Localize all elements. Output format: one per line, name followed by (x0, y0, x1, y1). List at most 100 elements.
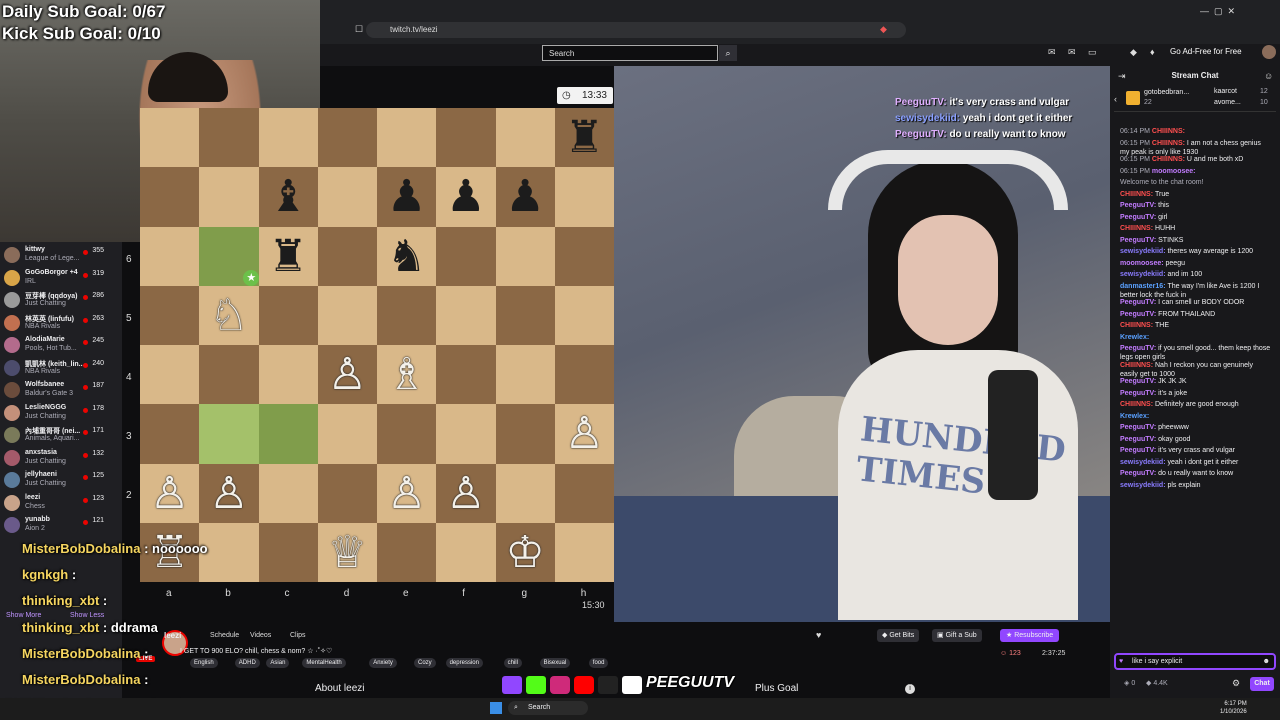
ad-free-button[interactable]: Go Ad-Free for Free (1170, 47, 1242, 56)
chat-username[interactable]: sewisydekiid: (1120, 271, 1167, 278)
stream-tag[interactable]: chill (503, 658, 522, 668)
chess-piece[interactable]: ♙ (555, 404, 614, 463)
show-less-link[interactable]: Show Less (70, 612, 104, 619)
bits-icon[interactable]: ◆ (1130, 47, 1137, 58)
chess-piece[interactable]: ♗ (377, 345, 436, 404)
board-square[interactable] (199, 345, 259, 405)
chat-username[interactable]: CHIIINNS: (1120, 362, 1155, 369)
chat-username[interactable]: PeeguuTV: (1120, 202, 1158, 209)
notifications-icon[interactable]: ▭ (1088, 47, 1097, 58)
board-square[interactable] (436, 285, 496, 345)
chevron-left-icon[interactable]: ‹ (1114, 94, 1117, 104)
taskbar-search[interactable]: ⌕ Search (508, 701, 588, 715)
chess-piece[interactable]: ♕ (318, 523, 377, 582)
board-square[interactable] (495, 285, 555, 345)
chess-piece[interactable]: ♘ (199, 286, 258, 345)
sidebar-channel[interactable]: yunabb Aion 2 121 (4, 514, 120, 536)
inbox-icon[interactable]: ✉ (1068, 47, 1076, 58)
board-square[interactable] (377, 108, 437, 168)
chat-username[interactable]: sewisydekiid: (1120, 459, 1167, 466)
user-avatar[interactable] (1262, 45, 1276, 59)
chat-username[interactable]: PeeguuTV: (1120, 447, 1158, 454)
chat-send-button[interactable]: Chat (1250, 677, 1274, 691)
stream-tag[interactable]: Cozy (414, 658, 436, 668)
board-square[interactable] (140, 404, 200, 464)
sidebar-channel[interactable]: Wolfsbanee Baldur's Gate 3 187 (4, 379, 120, 401)
board-square[interactable] (199, 522, 259, 582)
chess-piece[interactable]: ♟ (436, 167, 495, 226)
chat-username[interactable]: CHIIINNS: (1152, 156, 1187, 163)
board-square[interactable] (495, 404, 555, 464)
sidebar-channel[interactable]: leezi Chess 123 (4, 492, 120, 514)
chess-piece[interactable]: ♜ (259, 227, 318, 286)
chat-username[interactable]: Krewlex: (1120, 334, 1149, 341)
stream-tag[interactable]: Bisexual (539, 658, 571, 668)
board-square[interactable] (554, 285, 614, 345)
chat-username[interactable]: moomoosee: (1152, 168, 1196, 175)
board-square[interactable] (495, 345, 555, 405)
gift-sub-button[interactable]: ▣ Gift a Sub (932, 629, 982, 642)
extension-icon[interactable]: ◆ (880, 24, 887, 35)
chat-username[interactable]: CHIIINNS: (1120, 225, 1155, 232)
sidebar-channel[interactable]: 凱凱林 (keith_lin... NBA Rivals 240 (4, 357, 120, 379)
chat-input[interactable]: like i say explicit ♥ ☻ (1114, 653, 1276, 670)
board-square[interactable] (554, 522, 614, 582)
board-square[interactable] (140, 108, 200, 168)
stream-tag[interactable]: food (588, 658, 609, 668)
board-square[interactable] (258, 108, 318, 168)
search-input[interactable]: Search (542, 45, 718, 61)
chess-piece[interactable]: ♙ (199, 464, 258, 523)
board-square[interactable] (140, 345, 200, 405)
emote-picker-icon[interactable]: ☻ (1263, 655, 1270, 668)
chat-username[interactable]: PeeguuTV: (1120, 299, 1158, 306)
chess-piece[interactable]: ♝ (259, 167, 318, 226)
chat-username[interactable]: sewisydekiid: (1120, 482, 1167, 489)
show-more-link[interactable]: Show More (6, 612, 41, 619)
chess-piece[interactable]: ♙ (318, 345, 377, 404)
stream-tag[interactable]: MentalHealth (302, 658, 346, 668)
board-square[interactable] (317, 404, 377, 464)
start-icon[interactable] (490, 702, 502, 714)
resubscribe-button[interactable]: ★ Resubscribe (1000, 629, 1060, 642)
chat-username[interactable]: CHIIINNS: (1120, 322, 1155, 329)
board-square[interactable] (554, 167, 614, 227)
chat-username[interactable]: PeeguuTV: (1120, 378, 1158, 385)
channel-tab[interactable]: Schedule (210, 632, 239, 639)
chat-settings-icon[interactable]: ⚙ (1232, 678, 1240, 689)
stream-tag[interactable]: Asian (266, 658, 290, 668)
collapse-chat-icon[interactable]: ⇥ (1118, 71, 1126, 82)
chat-username[interactable]: PeeguuTV: (1120, 436, 1158, 443)
stream-tag[interactable]: English (190, 658, 218, 668)
search-icon[interactable]: ⌕ (719, 45, 737, 61)
board-square[interactable] (436, 522, 496, 582)
board-square[interactable] (140, 226, 200, 286)
prime-icon[interactable]: ✉ (1048, 47, 1056, 58)
board-square[interactable] (436, 108, 496, 168)
board-square[interactable] (495, 463, 555, 523)
chat-username[interactable]: PeeguuTV: (1120, 345, 1158, 352)
chess-piece[interactable]: ♙ (140, 464, 199, 523)
window-controls[interactable]: — ▢ ✕ (1200, 6, 1235, 17)
get-bits-button[interactable]: ◆ Get Bits (877, 629, 920, 642)
board-square[interactable] (258, 285, 318, 345)
chat-username[interactable]: CHIIINNS: (1120, 401, 1155, 408)
chat-username[interactable]: PeeguuTV: (1120, 390, 1158, 397)
chat-username[interactable]: Krewlex: (1120, 413, 1149, 420)
board-square[interactable] (554, 345, 614, 405)
chess-piece[interactable]: ♙ (377, 464, 436, 523)
board-square[interactable] (258, 463, 318, 523)
board-square[interactable] (199, 167, 259, 227)
channel-tab[interactable]: Videos (250, 632, 271, 639)
board-square[interactable] (495, 226, 555, 286)
chat-username[interactable]: PeeguuTV: (1120, 470, 1158, 477)
board-square[interactable] (317, 226, 377, 286)
stream-tag[interactable]: ADHD (234, 658, 260, 668)
sidebar-channel[interactable]: jellyhaeni Just Chatting 125 (4, 469, 120, 491)
address-bar[interactable]: twitch.tv/leezi (366, 22, 906, 38)
streamer-name[interactable]: leezi (164, 631, 181, 640)
sidebar-channel[interactable]: anxstasia Just Chatting 132 (4, 447, 120, 469)
chat-username[interactable]: moomoosee: (1120, 260, 1166, 267)
crown-icon[interactable]: ♦ (1150, 47, 1155, 57)
chat-username[interactable]: CHIIINNS: (1120, 191, 1155, 198)
chat-username[interactable]: sewisydekiid: (1120, 248, 1167, 255)
